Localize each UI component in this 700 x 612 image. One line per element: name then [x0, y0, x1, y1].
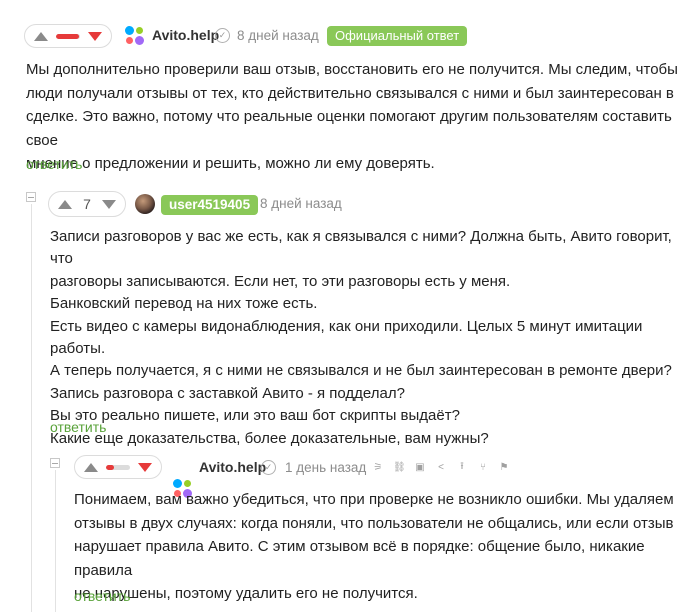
- text-line: Есть видео с камеры видонаблюдения, как …: [50, 317, 643, 358]
- comment-author[interactable]: Avito.help: [152, 27, 219, 43]
- verified-check-icon: ✓: [215, 28, 230, 43]
- reply-link[interactable]: ответить: [50, 419, 106, 435]
- text-line: Записи разговоров у вас же есть, как я с…: [50, 228, 672, 268]
- downvote-icon[interactable]: [88, 31, 102, 41]
- avito-logo-avatar[interactable]: [124, 25, 146, 47]
- flag-icon[interactable]: ⚑: [498, 462, 510, 473]
- save-icon[interactable]: ▣: [414, 462, 426, 473]
- text-line: А теперь получается, я с ними не связыва…: [50, 362, 672, 380]
- comment-toolbar: ⚞ ⛓ ▣ < ⭱ ⑂ ⚑: [372, 459, 510, 475]
- rating-bar: [56, 33, 80, 39]
- downvote-icon[interactable]: [138, 462, 152, 472]
- rating-control: [24, 24, 112, 48]
- text-line: Запись разговора с заставкой Авито - я п…: [50, 384, 405, 402]
- thread-line: [55, 470, 56, 612]
- text-line: не нарушены, поэтому удалить его не полу…: [74, 585, 418, 602]
- text-line: Какие еще доказательства, более доказате…: [50, 429, 489, 447]
- rss-icon[interactable]: ⚞: [372, 462, 384, 473]
- text-line: разговоры записываются. Если нет, то эти…: [50, 272, 511, 290]
- rating-control: 7: [48, 191, 126, 217]
- comment-time[interactable]: 8 дней назад: [237, 28, 319, 43]
- upvote-icon[interactable]: [58, 199, 72, 209]
- comment-author[interactable]: Avito.help: [199, 459, 266, 475]
- share-icon[interactable]: <: [435, 462, 447, 473]
- reply-link[interactable]: ответить: [26, 156, 82, 172]
- text-line: отзывы в двух случаях: когда поняли, что…: [74, 514, 674, 532]
- comment-body: Записи разговоров у вас же есть, как я с…: [50, 226, 690, 450]
- link-icon[interactable]: ⛓: [393, 462, 406, 473]
- arrow-up-icon[interactable]: ⭱: [456, 459, 468, 476]
- text-line: Банковский перевод на них тоже есть.: [50, 295, 318, 313]
- text-line: мнение о предложении и решить, можно ли …: [26, 155, 435, 172]
- text-line: люди получали отзывы от тех, кто действи…: [26, 84, 674, 102]
- text-line: Вы это реально пишете, или это ваш бот с…: [50, 407, 460, 425]
- comment-time[interactable]: 1 день назад: [285, 460, 366, 475]
- reply-link[interactable]: ответить: [74, 588, 130, 604]
- comment-body: Мы дополнительно проверили ваш отзыв, во…: [26, 58, 694, 176]
- rating-value: 7: [83, 196, 91, 212]
- downvote-icon[interactable]: [101, 199, 116, 209]
- rating-control: [74, 455, 162, 479]
- comment-body: Понимаем, вам важно убедиться, что при п…: [74, 488, 694, 606]
- rating-bar: [106, 464, 130, 470]
- text-line: Понимаем, вам важно убедиться, что при п…: [74, 491, 674, 508]
- text-line: сделке. Это важно, потому что реальные о…: [26, 108, 672, 149]
- text-line: Мы дополнительно проверили ваш отзыв, во…: [26, 61, 678, 78]
- verified-check-icon: ✓: [261, 460, 276, 475]
- thread-line: [31, 204, 32, 612]
- comment-time[interactable]: 8 дней назад: [260, 196, 342, 211]
- collapse-thread-button[interactable]: [26, 192, 36, 202]
- official-answer-badge: Официальный ответ: [327, 26, 468, 46]
- comment-author[interactable]: user4519405: [161, 195, 259, 215]
- upvote-icon[interactable]: [34, 31, 48, 41]
- avatar[interactable]: [135, 194, 155, 214]
- upvote-icon[interactable]: [84, 462, 98, 472]
- branch-icon[interactable]: ⑂: [477, 462, 489, 473]
- collapse-thread-button[interactable]: [50, 458, 60, 468]
- text-line: нарушает правила Авито. С этим отзывом в…: [74, 538, 645, 579]
